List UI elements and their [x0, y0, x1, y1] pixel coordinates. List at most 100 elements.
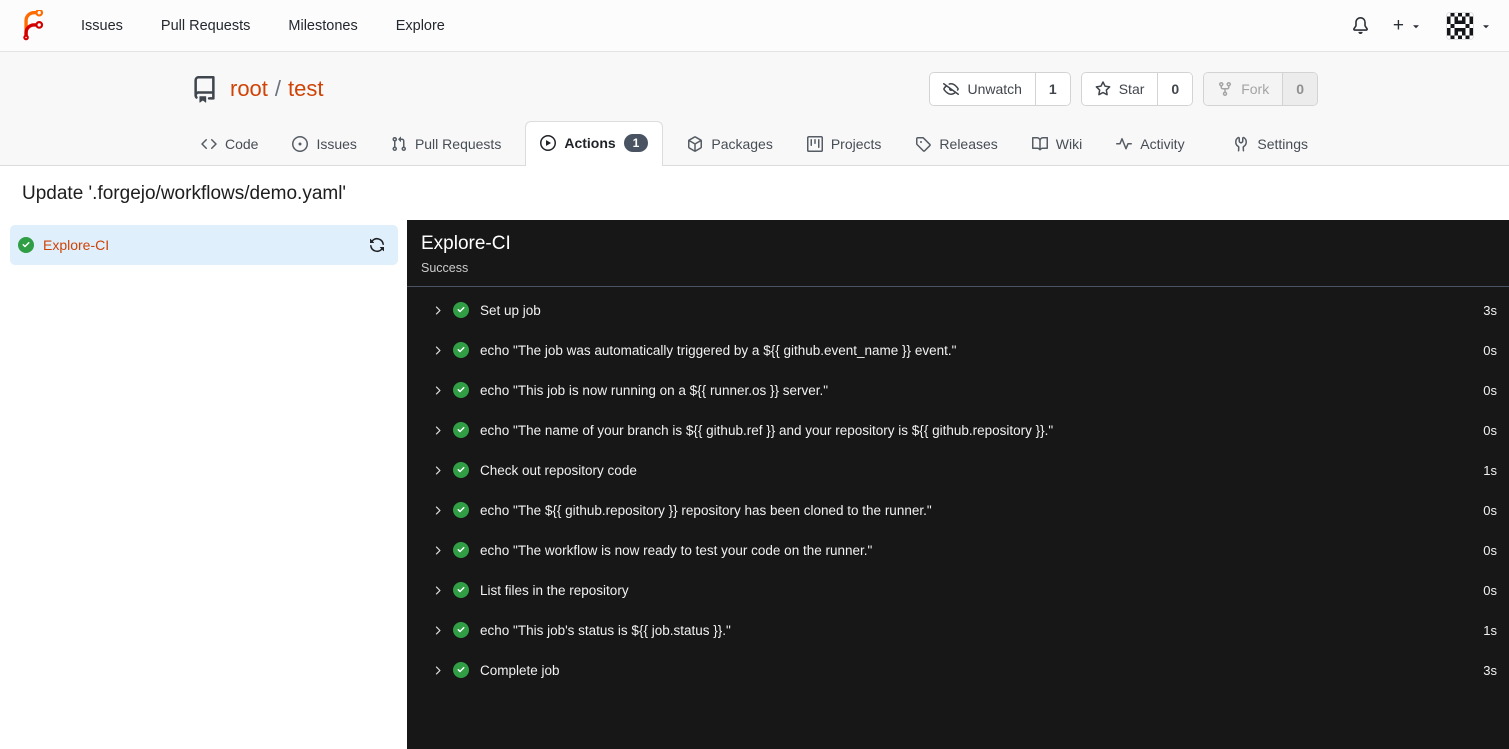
- repo-name-link[interactable]: test: [288, 76, 323, 102]
- step-success-icon: [453, 662, 469, 678]
- step-duration: 1s: [1483, 462, 1497, 478]
- step-duration: 3s: [1483, 302, 1497, 318]
- fork-label: Fork: [1241, 81, 1270, 97]
- tag-icon: [915, 136, 932, 152]
- fork-button: Fork 0: [1203, 72, 1318, 106]
- step-success-icon: [453, 582, 469, 598]
- tab-settings[interactable]: Settings: [1223, 124, 1318, 165]
- page-title: Update '.forgejo/workflows/demo.yaml': [22, 183, 347, 204]
- step-success-icon: [453, 382, 469, 398]
- tab-issues[interactable]: Issues: [282, 124, 366, 165]
- tab-wiki[interactable]: Wiki: [1022, 124, 1092, 165]
- job-item-explore-ci[interactable]: Explore-CI: [10, 225, 398, 265]
- fork-icon: [1217, 81, 1233, 97]
- step-duration: 0s: [1483, 502, 1497, 518]
- workflow-step-row[interactable]: echo "This job is now running on a ${{ r…: [407, 370, 1509, 410]
- step-duration: 0s: [1483, 422, 1497, 438]
- step-success-icon: [453, 462, 469, 478]
- user-menu-dropdown[interactable]: [1434, 6, 1492, 46]
- step-name: Complete job: [480, 662, 560, 678]
- workflow-step-row[interactable]: Check out repository code 1s: [407, 450, 1509, 490]
- step-success-icon: [453, 342, 469, 358]
- chevron-right-icon[interactable]: [431, 544, 444, 557]
- chevron-right-icon[interactable]: [431, 424, 444, 437]
- step-name: Check out repository code: [480, 462, 637, 478]
- step-name: echo "The name of your branch is ${{ git…: [480, 422, 1054, 438]
- success-check-icon: [18, 237, 34, 253]
- tab-releases[interactable]: Releases: [905, 124, 1007, 165]
- step-duration: 0s: [1483, 542, 1497, 558]
- nav-explore[interactable]: Explore: [377, 0, 464, 52]
- chevron-right-icon[interactable]: [431, 504, 444, 517]
- step-success-icon: [453, 502, 469, 518]
- chevron-down-icon: [1410, 20, 1422, 32]
- repo-owner-link[interactable]: root: [230, 76, 268, 102]
- step-name: Set up job: [480, 302, 541, 318]
- star-icon: [1095, 81, 1111, 97]
- workflow-step-row[interactable]: List files in the repository 0s: [407, 570, 1509, 610]
- workflow-step-row[interactable]: echo "The job was automatically triggere…: [407, 330, 1509, 370]
- repo-header: root / test Unwatch 1 Star 0 Fork 0 Code…: [0, 52, 1509, 166]
- actions-count-badge: 1: [623, 134, 649, 152]
- repo-action-buttons: Unwatch 1 Star 0 Fork 0: [929, 72, 1318, 106]
- unwatch-button[interactable]: Unwatch 1: [929, 72, 1071, 106]
- eye-slash-icon: [943, 81, 960, 97]
- step-duration: 1s: [1483, 622, 1497, 638]
- step-name: echo "This job's status is ${{ job.statu…: [480, 622, 731, 638]
- navbar-right: +: [1340, 6, 1492, 46]
- workflow-step-row[interactable]: echo "This job's status is ${{ job.statu…: [407, 610, 1509, 650]
- forgejo-logo[interactable]: [17, 10, 48, 41]
- chevron-right-icon[interactable]: [431, 344, 444, 357]
- book-icon: [1031, 136, 1048, 152]
- chevron-right-icon[interactable]: [431, 664, 444, 677]
- jobs-sidebar: Explore-CI: [0, 220, 407, 749]
- workflow-step-row[interactable]: Set up job 3s: [407, 290, 1509, 330]
- star-label: Star: [1118, 81, 1145, 97]
- chevron-right-icon[interactable]: [431, 304, 444, 317]
- repository-icon: [191, 75, 218, 103]
- step-duration: 0s: [1483, 582, 1497, 598]
- tab-packages[interactable]: Packages: [677, 124, 782, 165]
- workflow-step-row[interactable]: echo "The workflow is now ready to test …: [407, 530, 1509, 570]
- repo-tab-strip: Code Issues Pull Requests Actions 1 Pack…: [0, 121, 1509, 166]
- workflow-step-row[interactable]: echo "The ${{ github.repository }} repos…: [407, 490, 1509, 530]
- notifications-bell-icon[interactable]: [1340, 9, 1381, 42]
- tab-code[interactable]: Code: [191, 124, 268, 165]
- chevron-right-icon[interactable]: [431, 624, 444, 637]
- git-pull-request-icon: [391, 136, 407, 152]
- tools-icon: [1233, 136, 1249, 152]
- star-count[interactable]: 0: [1157, 73, 1193, 105]
- star-button[interactable]: Star 0: [1080, 72, 1194, 106]
- run-status: Success: [421, 261, 469, 275]
- nav-milestones[interactable]: Milestones: [269, 0, 376, 52]
- step-name: List files in the repository: [480, 582, 629, 598]
- step-success-icon: [453, 422, 469, 438]
- nav-pull-requests[interactable]: Pull Requests: [142, 0, 269, 52]
- step-name: echo "This job is now running on a ${{ r…: [480, 382, 829, 398]
- workflow-step-row[interactable]: Complete job 3s: [407, 650, 1509, 690]
- tab-projects[interactable]: Projects: [797, 124, 892, 165]
- job-name: Explore-CI: [43, 237, 110, 253]
- watch-count[interactable]: 1: [1034, 73, 1070, 105]
- code-icon: [201, 136, 217, 152]
- workflow-run-panel: Explore-CI Success Set up job 3s echo "T…: [407, 220, 1509, 749]
- pulse-icon: [1116, 136, 1133, 152]
- refresh-icon[interactable]: [369, 237, 385, 253]
- package-icon: [687, 136, 703, 152]
- tab-pull-requests[interactable]: Pull Requests: [381, 124, 511, 165]
- play-circle-icon: [540, 135, 557, 151]
- step-success-icon: [453, 542, 469, 558]
- chevron-right-icon[interactable]: [431, 384, 444, 397]
- workflow-step-row[interactable]: echo "The name of your branch is ${{ git…: [407, 410, 1509, 450]
- plus-icon: +: [1392, 15, 1404, 36]
- tab-actions[interactable]: Actions 1: [525, 121, 664, 166]
- chevron-down-icon: [1480, 20, 1492, 32]
- chevron-right-icon[interactable]: [431, 584, 444, 597]
- nav-issues[interactable]: Issues: [62, 0, 142, 52]
- repo-path-separator: /: [274, 76, 282, 101]
- chevron-right-icon[interactable]: [431, 464, 444, 477]
- step-duration: 3s: [1483, 662, 1497, 678]
- top-navbar: Issues Pull Requests Milestones Explore …: [0, 0, 1509, 52]
- tab-activity[interactable]: Activity: [1106, 124, 1194, 165]
- create-new-dropdown[interactable]: +: [1381, 8, 1434, 43]
